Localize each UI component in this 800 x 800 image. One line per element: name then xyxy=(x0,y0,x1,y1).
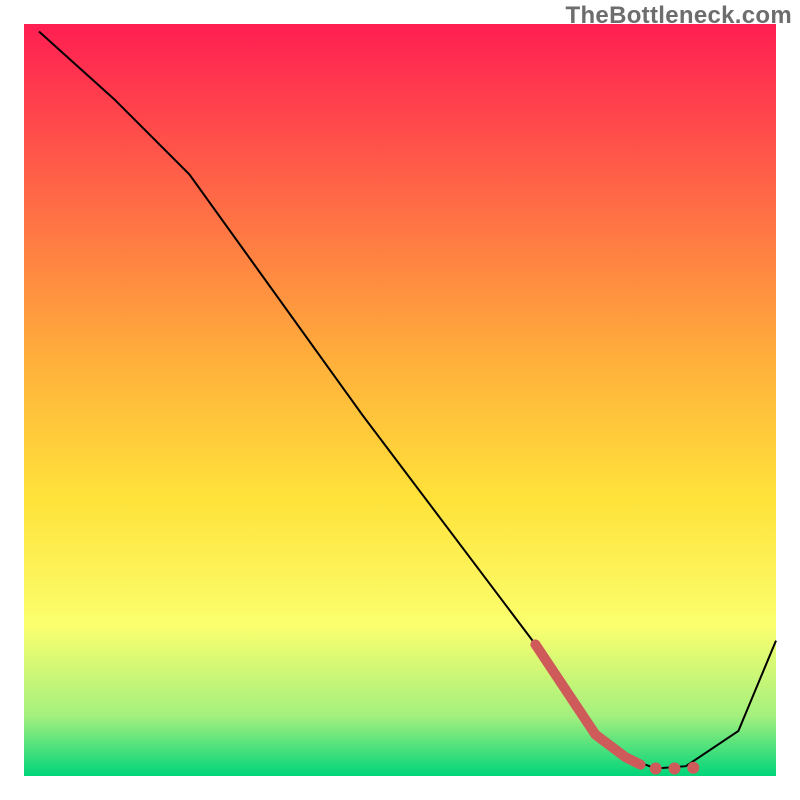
bottleneck-chart: TheBottleneck.com xyxy=(0,0,800,800)
highlight-dot xyxy=(650,763,662,775)
highlight-dot xyxy=(669,763,681,775)
highlight-dots xyxy=(650,762,700,775)
plot-area xyxy=(24,24,776,776)
highlight-dot xyxy=(687,762,699,774)
chart-svg xyxy=(0,0,800,800)
watermark-text: TheBottleneck.com xyxy=(566,2,792,30)
